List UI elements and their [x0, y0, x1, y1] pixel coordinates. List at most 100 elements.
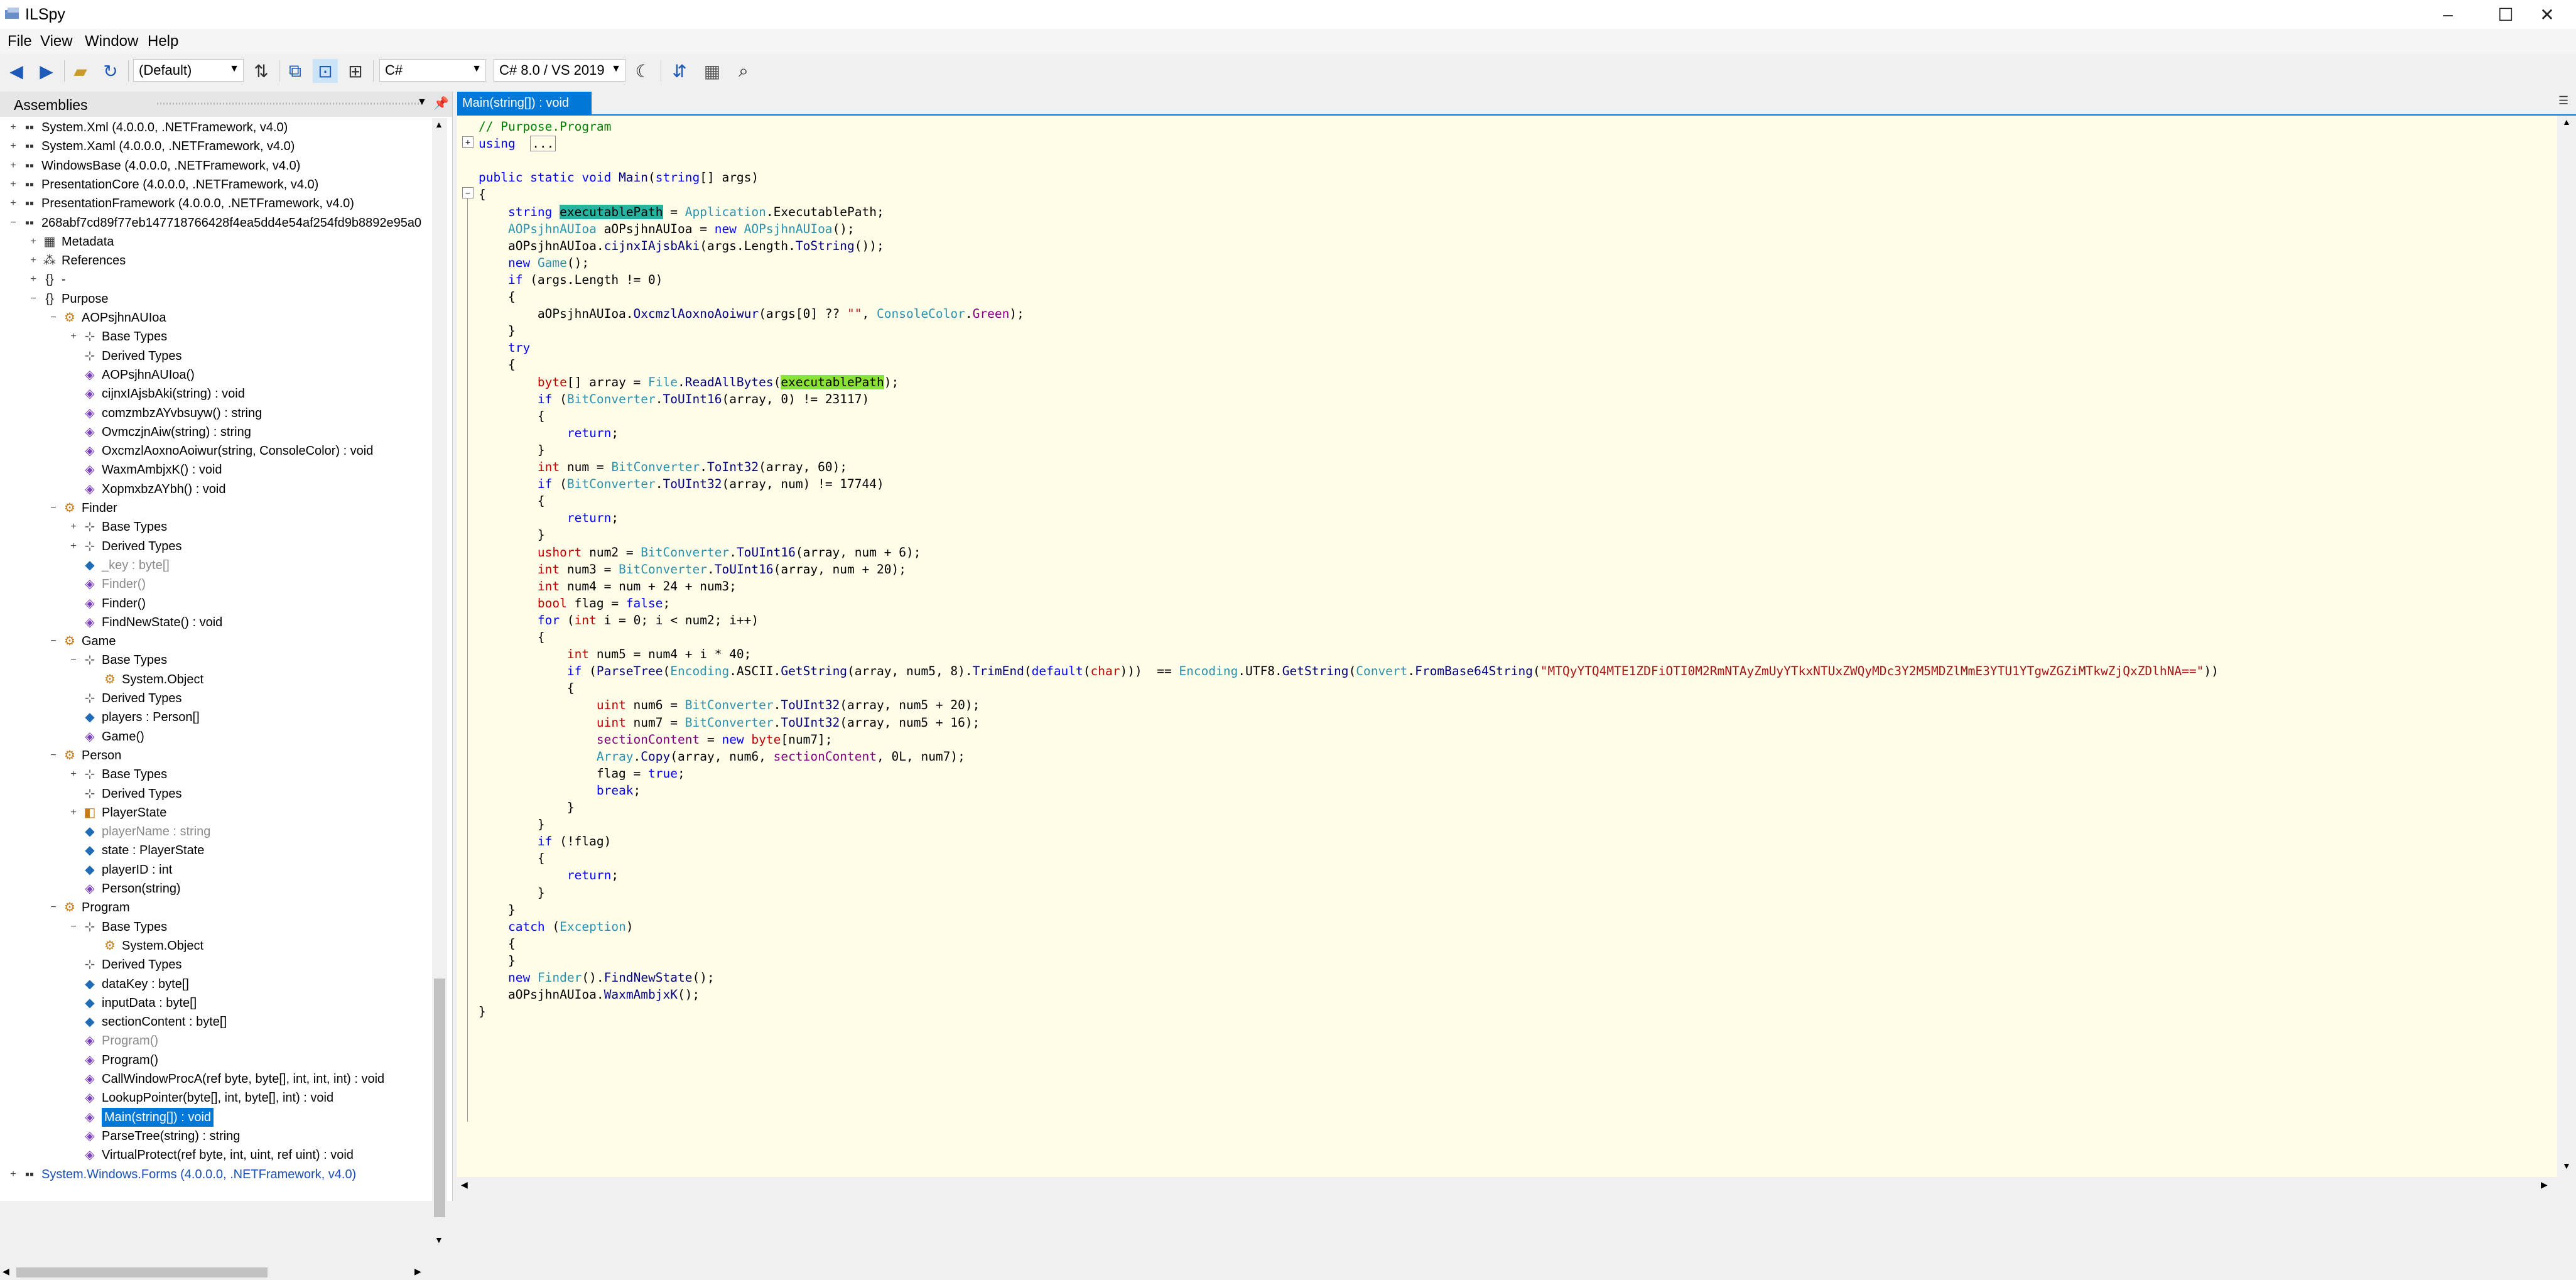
chevron-down-icon: ▼	[472, 63, 482, 74]
base-types-icon: ⊹	[84, 919, 95, 934]
assembly-icon: ▪▪	[24, 197, 35, 211]
show-public-icon[interactable]: ⊡	[313, 59, 338, 83]
namespace-icon: {}	[45, 273, 54, 287]
expand-icon[interactable]: +	[8, 1169, 19, 1180]
back-icon[interactable]: ◀	[4, 59, 29, 83]
expand-icon[interactable]: +	[68, 331, 79, 342]
method-icon: ◈	[85, 882, 95, 896]
code-vertical-scrollbar[interactable]: ▲ ▼	[2557, 116, 2576, 1177]
expand-icon[interactable]: +	[28, 255, 39, 266]
expand-icon[interactable]: +	[8, 122, 19, 133]
code-line: if (BitConverter.ToUInt16(array, 0) != 2…	[537, 391, 870, 406]
collapse-icon[interactable]: −	[48, 312, 59, 323]
collapse-icon[interactable]: −	[68, 921, 79, 933]
search-icon[interactable]: ⌕	[731, 59, 756, 83]
expand-icon[interactable]: +	[68, 541, 79, 552]
collapse-icon[interactable]: −	[28, 293, 39, 305]
code-line: {	[479, 187, 486, 202]
chevron-down-icon: ▼	[229, 63, 239, 74]
collapse-icon[interactable]: −	[48, 636, 59, 647]
theme-moon-icon[interactable]: ☾	[630, 59, 656, 83]
window-title: ILSpy	[25, 6, 65, 23]
tree-node-label: playerID : int	[102, 862, 173, 877]
method-icon: ◈	[85, 1110, 95, 1124]
refresh-icon[interactable]: ↻	[98, 59, 123, 83]
manage-lists-icon[interactable]: ⇅	[249, 59, 274, 83]
tree-node-label: OvmczjnAiw(string) : string	[102, 425, 251, 439]
tree-node-label: -	[62, 273, 66, 287]
tree-node-label: sectionContent : byte[]	[102, 1015, 227, 1029]
assembly-icon: ▪▪	[24, 158, 35, 173]
menu-file[interactable]: File	[8, 33, 32, 50]
collapse-icon[interactable]: −	[48, 902, 59, 913]
expand-icon[interactable]: +	[8, 160, 19, 171]
menu-help[interactable]: Help	[148, 33, 178, 50]
menu-view[interactable]: View	[40, 33, 73, 50]
field-icon: ◆	[85, 843, 95, 858]
class-icon: ⚙	[64, 901, 75, 915]
code-line: int num3 = BitConverter.ToUInt16(array, …	[537, 561, 906, 577]
tree-node-label: WaxmAmbjxK() : void	[102, 463, 222, 477]
code-line: return;	[566, 868, 619, 883]
forward-icon[interactable]: ▶	[34, 59, 59, 83]
code-line: sectionContent = new byte[num7];	[596, 732, 833, 747]
profile-select[interactable]: (Default) ▼	[133, 59, 244, 82]
panel-menu-icon[interactable]: ▼	[417, 97, 427, 108]
tree-node-label: Person	[82, 748, 122, 762]
tree-node-label: Derived Types	[102, 786, 182, 801]
tree-horizontal-scrollbar[interactable]: ◀ ▶	[0, 1265, 433, 1280]
tree-node-label: PlayerState	[102, 805, 167, 820]
collapse-icon[interactable]: −	[48, 750, 59, 761]
language-select[interactable]: C# ▼	[379, 59, 486, 82]
assemblies-icon[interactable]: ▦	[700, 59, 725, 83]
code-line: if (!flag)	[537, 834, 612, 849]
code-horizontal-scrollbar[interactable]: ◀ ▶	[457, 1177, 2557, 1193]
tree-node-label: Base Types	[102, 767, 168, 782]
expand-icon[interactable]: +	[28, 274, 39, 285]
derived-types-icon: ⊹	[84, 786, 95, 801]
open-icon[interactable]: ▰	[68, 59, 93, 83]
method-icon: ◈	[85, 1053, 95, 1067]
method-icon: ◈	[85, 577, 95, 592]
assembly-icon: ▪▪	[24, 177, 35, 192]
ilspy-logo-icon	[4, 6, 21, 21]
collapse-icon[interactable]: −	[48, 502, 59, 514]
tree-node-label: References	[62, 254, 126, 268]
assembly-tree: + ▪▪ System.Xml (4.0.0.0, .NETFramework, v…	[0, 118, 433, 1265]
tree-vertical-scrollbar[interactable]: ▲ ▼	[432, 118, 447, 1251]
metadata-icon: ▦	[43, 234, 56, 249]
sort-icon[interactable]: ⇵	[667, 59, 692, 83]
expand-icon[interactable]: +	[68, 807, 79, 818]
expand-icon[interactable]: +	[8, 179, 19, 190]
class-icon: ⚙	[64, 501, 75, 515]
code-line: byte[] array = File.ReadAllBytes(executa…	[537, 374, 899, 389]
code-editor[interactable]: + − // Purpose.Program using ... public st…	[457, 116, 2557, 1177]
method-icon: ◈	[85, 1129, 95, 1143]
tab-list-icon[interactable]: ☰	[2558, 94, 2568, 107]
minimize-button[interactable]: –	[2419, 0, 2477, 29]
editor-tab[interactable]: Main(string[]) : void	[457, 92, 592, 114]
tree-node-label: state : PlayerState	[102, 843, 205, 858]
expand-icon[interactable]: +	[28, 236, 39, 247]
pin-icon[interactable]: 📌	[433, 95, 449, 111]
tree-node-label: Metadata	[62, 234, 114, 249]
expand-icon[interactable]: +	[8, 141, 19, 152]
code-line: new Game();	[507, 255, 590, 270]
menu-window[interactable]: Window	[85, 33, 138, 50]
base-types-icon: ⊹	[84, 767, 95, 782]
show-all-icon[interactable]: ⊞	[343, 59, 368, 83]
collapse-icon[interactable]: −	[68, 654, 79, 666]
method-icon: ◈	[85, 482, 95, 496]
collapse-icon[interactable]: −	[8, 217, 19, 229]
collapse-all-icon[interactable]: ⧉	[283, 59, 308, 83]
method-icon: ◈	[85, 463, 95, 477]
tree-node-label: Main(string[]) : void	[102, 1107, 214, 1127]
expand-icon[interactable]: +	[68, 521, 79, 533]
expand-icon[interactable]: +	[68, 769, 79, 780]
base-types-icon: ⊹	[84, 330, 95, 344]
expand-icon[interactable]: +	[8, 198, 19, 209]
derived-types-icon: ⊹	[84, 349, 95, 363]
close-button[interactable]: ✕	[2518, 0, 2576, 29]
code-line: flag = true;	[479, 766, 685, 781]
language-version-select[interactable]: C# 8.0 / VS 2019 ▼	[494, 59, 625, 82]
